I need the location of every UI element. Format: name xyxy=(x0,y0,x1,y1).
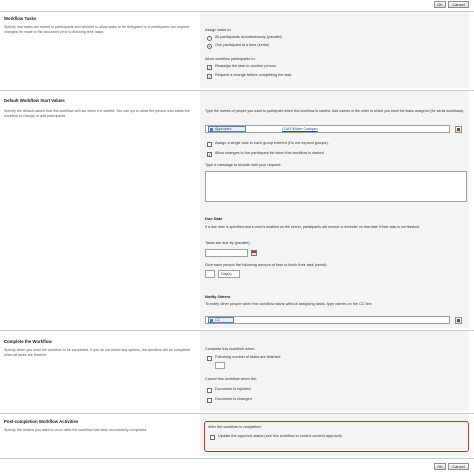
message-label: Type a message to include with your requ… xyxy=(205,163,282,167)
approvers-button-label: Approvers xyxy=(215,127,232,131)
document-changed-checkbox[interactable] xyxy=(207,398,212,403)
cc-button[interactable]: CC xyxy=(208,317,234,323)
reassign-checkbox[interactable]: ✓ xyxy=(207,65,212,70)
address-book-icon[interactable] xyxy=(455,126,462,133)
request-change-checkbox[interactable]: ✓ xyxy=(207,74,212,79)
document-changed-label: Document is changed xyxy=(215,397,252,401)
document-rejected-label: Document is rejected xyxy=(215,387,251,391)
duration-label: Give each person the following amount of… xyxy=(205,263,328,267)
due-date-input[interactable] xyxy=(205,249,248,257)
tasks-finished-count[interactable] xyxy=(215,362,225,369)
cc-icon xyxy=(210,319,213,322)
ok-button-top[interactable]: OK xyxy=(434,1,446,8)
notify-text: To notify other people when this workflo… xyxy=(205,302,373,306)
update-approval-checkbox[interactable] xyxy=(210,435,215,440)
due-date-title: Due Date xyxy=(205,216,223,221)
post-title: Post-completion Workflow Activities xyxy=(4,419,79,424)
approvers-button[interactable]: Approvers xyxy=(208,126,246,132)
parallel-radio[interactable] xyxy=(207,36,212,41)
document-rejected-checkbox[interactable] xyxy=(207,388,212,393)
cc-address-book-icon[interactable] xyxy=(455,317,462,324)
post-description: Specify the actions you want to occur af… xyxy=(4,428,148,432)
assign-tasks-label: Assign tasks to: xyxy=(205,28,232,32)
cc-button-label: CC xyxy=(215,318,221,322)
complete-description: Specify when you want the workflow to be… xyxy=(4,348,191,357)
start-values-description: Specify the default values that this wor… xyxy=(4,109,190,118)
allow-participants-label: Allow workflow participants to: xyxy=(205,57,256,61)
tasks-finished-checkbox[interactable] xyxy=(207,356,212,361)
single-task-label: Assign a single task to each group enter… xyxy=(215,141,329,145)
allow-changes-checkbox[interactable]: ✓ xyxy=(207,152,212,157)
due-date-text: If a due date is specified and e-mail is… xyxy=(205,225,421,229)
after-completed-label: After the workflow is completed: xyxy=(208,425,262,429)
serial-option-label: One participant at a time (serial) xyxy=(215,43,270,47)
section-divider xyxy=(0,458,474,459)
allow-changes-label: Allow changes to the participant list wh… xyxy=(215,151,324,155)
cancel-button-top[interactable]: Cancel xyxy=(448,1,469,8)
workflow-tasks-title: Workflow Tasks xyxy=(4,16,37,21)
duration-unit-value: Day(s) xyxy=(221,272,232,276)
approvers-icon xyxy=(210,128,213,131)
cancel-when-label: Cancel this workflow when the: xyxy=(205,377,258,381)
approver-name[interactable]: LDAY\Eilder Cadigan xyxy=(282,127,318,131)
parallel-option-label: All participants simultaneously (paralle… xyxy=(215,35,282,39)
start-values-title: Default Workflow Start Values xyxy=(4,98,65,103)
duration-unit-select[interactable]: Day(s) xyxy=(218,270,240,278)
tasks-due-label: Tasks are due by (parallel): xyxy=(205,241,251,245)
cc-field[interactable] xyxy=(205,316,450,324)
serial-radio[interactable] xyxy=(207,44,212,49)
single-task-checkbox[interactable] xyxy=(207,142,212,147)
cancel-button-bottom[interactable]: Cancel xyxy=(448,463,469,470)
reassign-option-label: Reassign the task to another person xyxy=(215,64,276,68)
complete-title: Complete the Workflow xyxy=(4,339,52,344)
calendar-icon[interactable] xyxy=(251,250,257,256)
approvers-instruction: Type the names of people you want to par… xyxy=(205,109,465,113)
request-change-option-label: Request a change before completing the t… xyxy=(215,73,292,77)
update-approval-label: Update the approval status (use this wor… xyxy=(218,434,342,438)
message-textarea[interactable] xyxy=(205,171,467,202)
complete-when-label: Complete this workflow when: xyxy=(205,347,256,351)
ok-button-bottom[interactable]: OK xyxy=(434,463,446,470)
workflow-tasks-description: Specify how tasks are routed to particip… xyxy=(4,25,189,34)
tasks-finished-label: Following number of tasks are finished: xyxy=(215,355,281,359)
duration-input[interactable] xyxy=(205,270,215,278)
notify-title: Notify Others xyxy=(205,294,231,299)
